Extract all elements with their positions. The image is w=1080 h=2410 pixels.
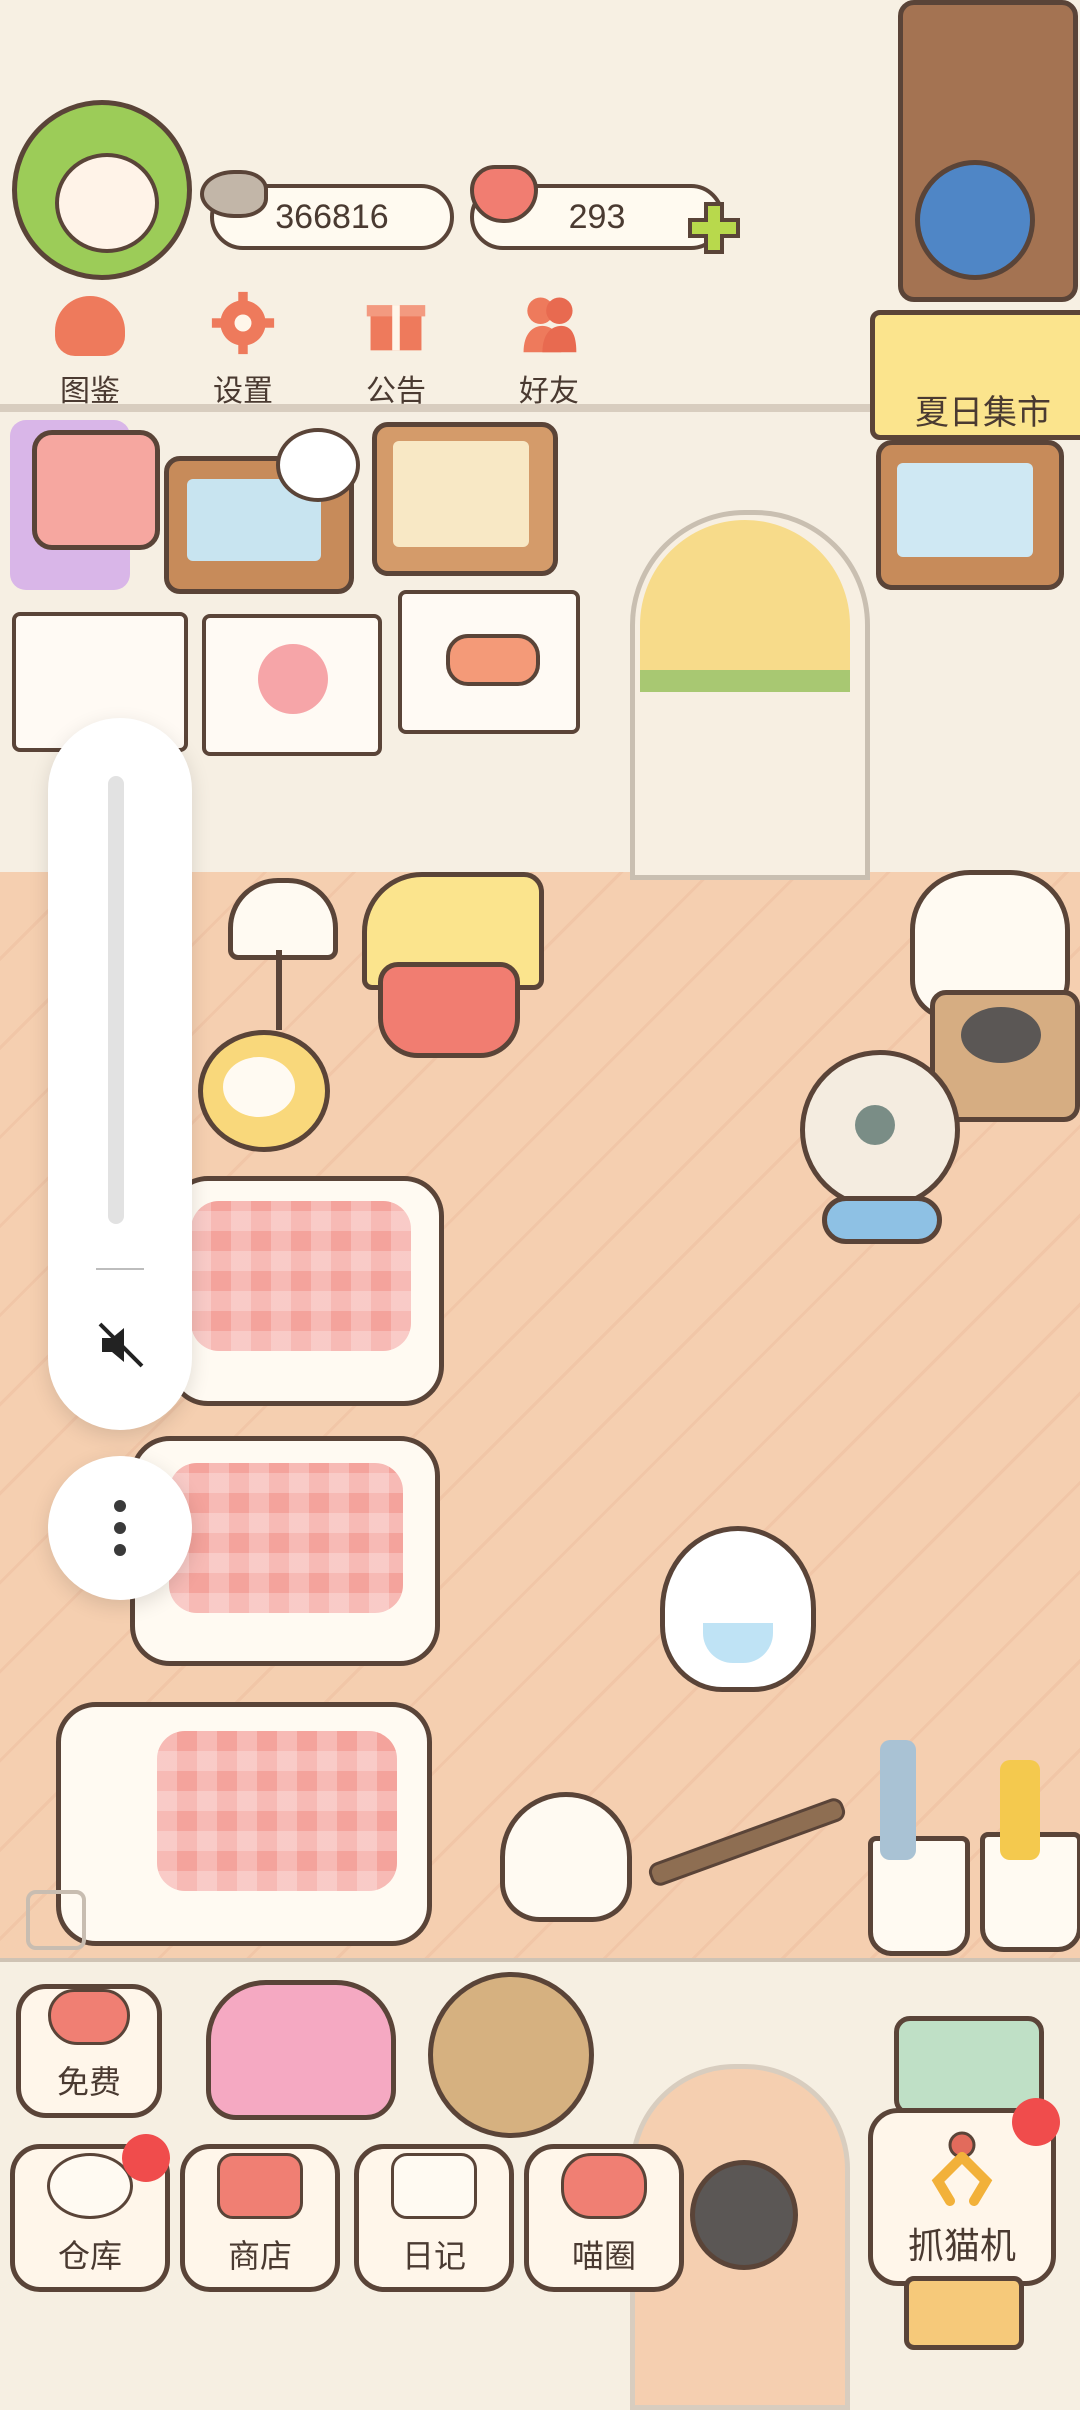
gear-icon: [211, 291, 275, 355]
more-dot-icon: [114, 1522, 126, 1534]
flower-pot[interactable]: [206, 1980, 396, 2120]
blue-vase-icon: [915, 160, 1035, 280]
flower-poster[interactable]: [202, 614, 382, 756]
bed-blanket-2: [169, 1463, 403, 1613]
cat-circle-button[interactable]: 喵圈: [524, 2144, 684, 2292]
menu-settings-button[interactable]: 设置: [183, 290, 303, 410]
koi-painting-frame[interactable]: [876, 440, 1064, 590]
cat-head-icon: [55, 296, 125, 356]
diary-button[interactable]: 日记: [354, 2144, 514, 2292]
free-label: 免费: [56, 2064, 121, 2100]
koi-fish-icon: [897, 463, 1033, 557]
warehouse-label: 仓库: [57, 2238, 122, 2274]
heart-value: 293: [568, 197, 626, 236]
clock-icon: [223, 1057, 295, 1117]
mute-icon[interactable]: [96, 1320, 146, 1370]
more-dot-icon: [114, 1500, 126, 1512]
menu-announcement-button[interactable]: 公告: [336, 290, 456, 410]
more-options-button[interactable]: [48, 1456, 192, 1600]
shop-label: 商店: [227, 2238, 292, 2274]
claw-machine-notification-badge: [1012, 2098, 1060, 2146]
hanging-planter[interactable]: [428, 1972, 594, 2138]
food-bowl[interactable]: [378, 962, 520, 1058]
panda-icon: [276, 428, 360, 502]
summer-market-label: 夏日集市: [915, 394, 1051, 432]
warehouse-notification-badge: [122, 2134, 170, 2182]
more-dot-icon: [114, 1544, 126, 1556]
fan-base: [822, 1196, 942, 1244]
bib-icon: [703, 1623, 773, 1663]
fan-hub-icon: [855, 1105, 895, 1145]
sushi-poster[interactable]: [398, 590, 580, 734]
friends-icon: [523, 297, 577, 353]
menu-friends-label: 好友: [519, 375, 579, 408]
gift-icon: [366, 305, 426, 351]
claw-icon: [931, 2131, 993, 2206]
blind-bottom-bar: [640, 670, 850, 692]
bunny-cat-character[interactable]: [660, 1526, 816, 1692]
cat-bed-1[interactable]: [168, 1176, 444, 1406]
calendar-icon[interactable]: [32, 430, 160, 550]
volume-divider: [96, 1268, 144, 1270]
summer-market-banner[interactable]: 夏日集市: [870, 310, 1080, 440]
floor-lamp[interactable]: [228, 878, 338, 960]
corkboard[interactable]: [372, 422, 558, 576]
menu-encyclopedia-label: 图鉴: [60, 375, 120, 408]
fish-coin-icon: [200, 170, 268, 218]
rice-ball-icon: [47, 2153, 133, 2219]
volume-slider[interactable]: [108, 776, 124, 1224]
menu-friends-button[interactable]: 好友: [489, 290, 609, 410]
alarm-clock[interactable]: [198, 1030, 330, 1152]
yellow-umbrella-icon: [1000, 1760, 1040, 1860]
claw-machine-label: 抓猫机: [907, 2225, 1016, 2266]
cat-bed-3[interactable]: [56, 1702, 432, 1946]
claw-machine-base: [904, 2276, 1024, 2350]
menu-announcement-label: 公告: [366, 375, 426, 408]
menu-encyclopedia-button[interactable]: 图鉴: [30, 290, 150, 410]
pink-flower-box: [894, 2016, 1044, 2116]
candy-jar[interactable]: [500, 1792, 632, 1922]
coin-value: 366816: [275, 197, 389, 236]
heart-gift-icon: [48, 1989, 130, 2045]
cat-circle-label: 喵圈: [571, 2238, 636, 2274]
pink-flower-icon: [258, 644, 328, 714]
vinyl-record-icon: [961, 1007, 1041, 1063]
bed-blanket-3: [157, 1731, 397, 1891]
blue-umbrella-icon: [880, 1740, 916, 1860]
player-avatar[interactable]: [12, 100, 192, 280]
bed-blanket-1: [191, 1201, 411, 1351]
shop-button[interactable]: 商店: [180, 2144, 340, 2292]
free-gift-button[interactable]: 免费: [16, 1984, 162, 2118]
menu-settings-label: 设置: [213, 375, 273, 408]
sushi-icon: [446, 634, 540, 686]
avatar-face-icon: [55, 153, 159, 253]
corkboard-notes: [393, 441, 529, 547]
add-hearts-button[interactable]: [686, 200, 742, 256]
shop-stall-icon: [217, 2153, 303, 2219]
electric-fan[interactable]: [800, 1050, 960, 1210]
hanging-bird-ornament[interactable]: [690, 2160, 798, 2270]
home-view-icon[interactable]: [26, 1890, 86, 1950]
diary-book-icon: [391, 2153, 477, 2219]
lamp-pole: [276, 950, 282, 1030]
diary-label: 日记: [401, 2238, 466, 2274]
planet-cat-icon: [561, 2153, 647, 2219]
